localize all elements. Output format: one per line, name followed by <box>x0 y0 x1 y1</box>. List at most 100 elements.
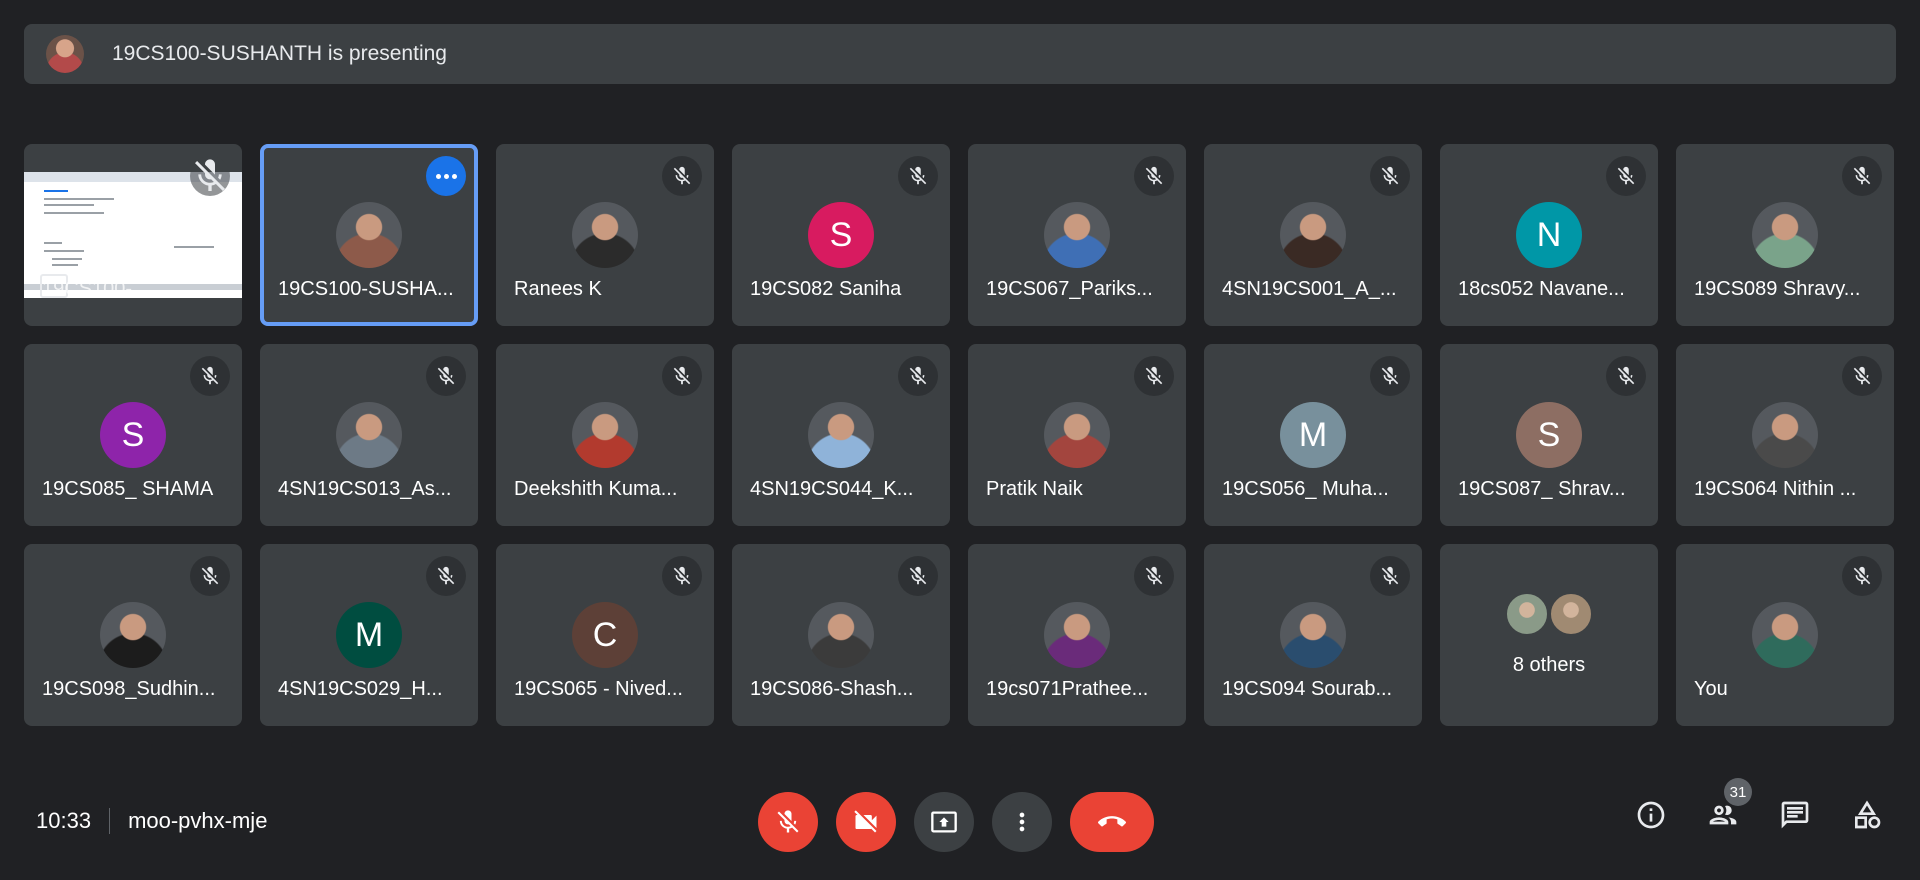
meeting-code[interactable]: moo-pvhx-mje <box>128 808 267 834</box>
others-count-label: 8 others <box>1512 654 1586 676</box>
present-to-all-icon <box>931 811 957 833</box>
mic-off-icon <box>1134 156 1174 196</box>
participant-tile[interactable]: Pratik Naik <box>968 344 1186 526</box>
participant-tile[interactable]: 19CS089 Shravy... <box>1676 144 1894 326</box>
mic-off-icon <box>898 156 938 196</box>
participant-tile[interactable]: 19cs071Prathee... <box>968 544 1186 726</box>
presenting-banner: 19CS100-SUSHANTH is presenting <box>24 24 1896 84</box>
avatar <box>808 602 874 668</box>
self-tile[interactable]: You <box>1676 544 1894 726</box>
mic-off-icon <box>1134 356 1174 396</box>
present-now-button[interactable] <box>914 792 974 852</box>
call-end-icon <box>1098 816 1126 827</box>
mic-off-icon <box>777 810 799 833</box>
avatar <box>1752 402 1818 468</box>
meeting-details-button[interactable] <box>1634 798 1668 832</box>
participant-name: 19CS086-Shash... <box>750 678 914 700</box>
participant-name: 4SN19CS044_K... <box>750 478 914 500</box>
mic-toggle-button[interactable] <box>758 792 818 852</box>
mic-off-icon <box>190 556 230 596</box>
avatar <box>336 202 402 268</box>
participant-tile[interactable]: 19CS086-Shash... <box>732 544 950 726</box>
participant-tile[interactable]: 4SN19CS013_As... <box>260 344 478 526</box>
avatar: S <box>100 402 166 468</box>
participant-tile[interactable]: S 19CS085_ SHAMA <box>24 344 242 526</box>
participant-tile[interactable]: C 19CS065 - Nived... <box>496 544 714 726</box>
participant-name: You <box>1694 678 1728 700</box>
presenter-avatar <box>46 35 84 73</box>
mic-off-icon <box>662 156 702 196</box>
avatar <box>572 402 638 468</box>
leave-call-button[interactable] <box>1070 792 1154 852</box>
participant-tile[interactable]: Deekshith Kuma... <box>496 344 714 526</box>
mic-off-icon <box>426 356 466 396</box>
avatar <box>572 202 638 268</box>
meeting-details: 10:33 moo-pvhx-mje <box>36 808 267 834</box>
participant-tile[interactable]: 4SN19CS044_K... <box>732 344 950 526</box>
presenting-text: 19CS100-SUSHANTH is presenting <box>112 42 447 65</box>
mic-off-icon <box>1606 356 1646 396</box>
participant-name: 19CS087_ Shrav... <box>1458 478 1626 500</box>
avatar: C <box>572 602 638 668</box>
show-everyone-button[interactable]: 31 <box>1706 778 1752 832</box>
participant-name: 19CS085_ SHAMA <box>42 478 214 500</box>
participant-tile[interactable]: Ranees K <box>496 144 714 326</box>
avatar <box>1044 602 1110 668</box>
videocam-off-icon <box>854 810 877 833</box>
mic-off-icon <box>1606 156 1646 196</box>
participant-tile[interactable]: S 19CS087_ Shrav... <box>1440 344 1658 526</box>
participant-tile[interactable]: 19CS094 Sourab... <box>1204 544 1422 726</box>
participant-name: 19CS067_Pariks... <box>986 278 1153 300</box>
chat-button[interactable] <box>1778 798 1812 832</box>
mic-off-icon <box>1370 556 1410 596</box>
mic-off-icon <box>190 356 230 396</box>
participant-name: 4SN19CS001_A_... <box>1222 278 1397 300</box>
participant-tile[interactable]: N 18cs052 Navane... <box>1440 144 1658 326</box>
avatar <box>1044 202 1110 268</box>
activities-button[interactable] <box>1850 798 1884 832</box>
screen-share-label: 19CS100- <box>42 278 133 300</box>
mic-off-icon <box>898 556 938 596</box>
avatar <box>100 602 166 668</box>
participant-name: Pratik Naik <box>986 478 1083 500</box>
participant-tile[interactable]: 4SN19CS001_A_... <box>1204 144 1422 326</box>
participant-tile[interactable]: S 19CS082 Saniha <box>732 144 950 326</box>
info-icon <box>1637 801 1665 829</box>
participant-tile[interactable]: 19CS098_Sudhin... <box>24 544 242 726</box>
participant-tile[interactable]: M 19CS056_ Muha... <box>1204 344 1422 526</box>
more-options-button[interactable] <box>992 792 1052 852</box>
avatar <box>1752 202 1818 268</box>
avatar <box>1505 592 1549 636</box>
avatar <box>1752 602 1818 668</box>
avatar <box>1280 602 1346 668</box>
clock: 10:33 <box>36 808 92 833</box>
avatar: N <box>1516 202 1582 268</box>
mic-off-icon <box>1370 356 1410 396</box>
participant-name: 19CS089 Shravy... <box>1694 278 1861 300</box>
participant-tile[interactable]: 19CS100-SUSHA... <box>260 144 478 326</box>
avatar: S <box>1516 402 1582 468</box>
participant-grid: 19CS100- 19CS100-SUSHA... Ranees K S 19CS08… <box>24 144 1894 726</box>
screen-share-tile[interactable]: 19CS100- <box>24 144 242 326</box>
participant-name: 19CS064 Nithin ... <box>1694 478 1857 500</box>
call-controls <box>758 792 1154 852</box>
others-tile[interactable]: 8 others <box>1440 544 1658 726</box>
others-avatars <box>1505 592 1593 636</box>
avatar: M <box>1280 402 1346 468</box>
participant-name: 18cs052 Navane... <box>1458 278 1625 300</box>
more-options-icon[interactable] <box>426 156 466 196</box>
mic-off-icon <box>898 356 938 396</box>
participant-name: 19CS094 Sourab... <box>1222 678 1393 700</box>
avatar <box>808 402 874 468</box>
chat-icon <box>1781 801 1809 829</box>
camera-toggle-button[interactable] <box>836 792 896 852</box>
participant-tile[interactable]: M 4SN19CS029_H... <box>260 544 478 726</box>
participant-name: 19CS082 Saniha <box>750 278 902 300</box>
participant-tile[interactable]: 19CS064 Nithin ... <box>1676 344 1894 526</box>
avatar <box>336 402 402 468</box>
divider <box>109 808 111 834</box>
mic-off-icon <box>1842 356 1882 396</box>
mic-off-icon <box>662 356 702 396</box>
participant-tile[interactable]: 19CS067_Pariks... <box>968 144 1186 326</box>
avatar <box>1549 592 1593 636</box>
